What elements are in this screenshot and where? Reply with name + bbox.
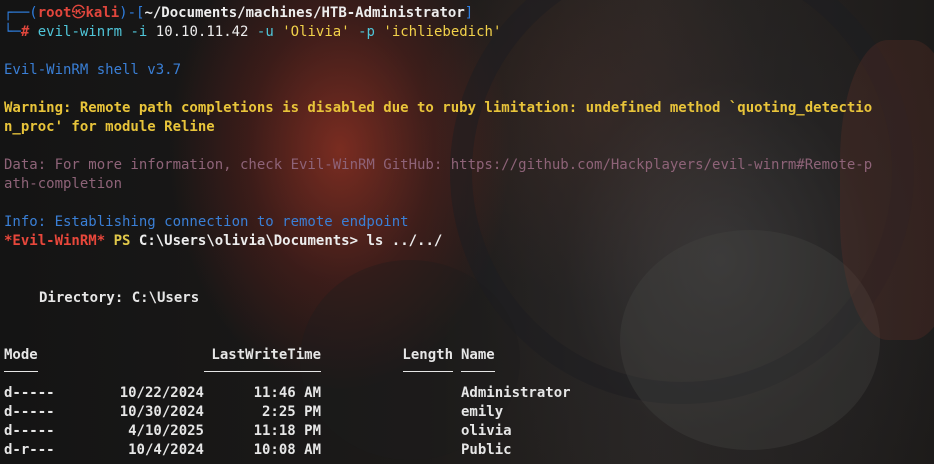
row-length bbox=[401, 441, 453, 460]
table-row: d----- 10/22/2024 11:46 AM Administrator bbox=[4, 384, 571, 403]
row-length bbox=[401, 403, 453, 422]
ps-command: ls ../../ bbox=[366, 233, 443, 249]
prompt-corner: └─ bbox=[4, 24, 21, 40]
header-underline bbox=[461, 370, 495, 372]
row-name: emily bbox=[461, 404, 504, 420]
data-line: ath-completion bbox=[4, 176, 123, 192]
info-line: Info: Establishing connection to remote … bbox=[4, 214, 409, 230]
row-name: Administrator bbox=[461, 385, 571, 401]
table-row: d----- 10/30/2024 2:25 PM emily bbox=[4, 403, 571, 422]
row-mode: d----- bbox=[4, 423, 55, 439]
evil-winrm-prompt: *Evil-WinRM* bbox=[4, 233, 106, 249]
listing-underline-row bbox=[4, 365, 571, 384]
header-name: Name bbox=[461, 347, 495, 363]
prompt-line-top: ┌──(root㉿kali)-[~/Documents/machines/HTB… bbox=[4, 4, 934, 23]
data-line: Data: For more information, check Evil-W… bbox=[4, 157, 873, 173]
row-name: Public bbox=[461, 442, 512, 458]
row-time: 11:46 AM bbox=[253, 385, 321, 401]
row-mode: d-r--- bbox=[4, 442, 55, 458]
header-underline bbox=[204, 370, 321, 372]
row-length bbox=[401, 422, 453, 441]
row-mode: d----- bbox=[4, 385, 55, 401]
shell-version: Evil-WinRM shell v3.7 bbox=[4, 62, 182, 78]
command-arg-ip: 10.10.11.42 bbox=[155, 24, 249, 40]
prompt-corner: ┌──( bbox=[4, 5, 38, 21]
header-underline bbox=[4, 370, 38, 372]
prompt-path: ~/Documents/machines/HTB-Administrator bbox=[144, 5, 465, 21]
row-time: 2:25 PM bbox=[253, 404, 321, 420]
prompt-bracket: ] bbox=[464, 5, 474, 21]
prompt-hash: # bbox=[20, 24, 30, 40]
header-underline bbox=[403, 370, 453, 372]
listing-header-row: Mode LastWriteTime Length Name bbox=[4, 346, 571, 365]
directory-label: Directory: C:\Users bbox=[39, 290, 200, 306]
header-length: Length bbox=[402, 347, 453, 363]
directory-listing: Mode LastWriteTime Length Name d----- 10… bbox=[4, 346, 571, 460]
warning-line: n_proc' for module Reline bbox=[4, 119, 215, 135]
command-flag: -i bbox=[130, 24, 148, 40]
terminal-content: ┌──(root㉿kali)-[~/Documents/machines/HTB… bbox=[4, 4, 934, 460]
command-name: evil-winrm bbox=[37, 24, 123, 40]
prompt-host: kali bbox=[85, 5, 120, 21]
prompt-separator: )-[ bbox=[119, 5, 145, 21]
skull-icon: ㉿ bbox=[71, 5, 86, 21]
command-arg-password: 'ichliebedich' bbox=[383, 24, 502, 40]
ps-path: C:\Users\olivia\Documents> bbox=[138, 233, 359, 249]
table-row: d-r--- 10/4/2024 10:08 AM Public bbox=[4, 441, 571, 460]
ps-prompt-line: *Evil-WinRM* PS C:\Users\olivia\Document… bbox=[4, 232, 934, 251]
warning-line: Warning: Remote path completions is disa… bbox=[4, 100, 873, 116]
ps-label: PS bbox=[113, 233, 131, 249]
row-date: 10/4/2024 bbox=[119, 442, 204, 458]
terminal-window[interactable]: ┌──(root㉿kali)-[~/Documents/machines/HTB… bbox=[0, 0, 934, 464]
row-length bbox=[401, 384, 453, 403]
command-flag: -u bbox=[256, 24, 274, 40]
row-time: 10:08 AM bbox=[253, 442, 321, 458]
header-lastwritetime: LastWriteTime bbox=[211, 347, 321, 363]
table-row: d----- 4/10/2025 11:18 PM olivia bbox=[4, 422, 571, 441]
row-name: olivia bbox=[461, 423, 512, 439]
command-arg-user: 'Olivia' bbox=[282, 24, 350, 40]
prompt-user: root bbox=[37, 5, 72, 21]
row-time: 11:18 PM bbox=[253, 423, 321, 439]
row-date: 10/30/2024 bbox=[119, 404, 204, 420]
header-mode: Mode bbox=[4, 347, 38, 363]
row-date: 10/22/2024 bbox=[119, 385, 204, 401]
row-date: 4/10/2025 bbox=[119, 423, 204, 439]
command-flag: -p bbox=[358, 24, 375, 40]
row-mode: d----- bbox=[4, 404, 55, 420]
command-line: └─# evil-winrm -i 10.10.11.42 -u 'Olivia… bbox=[4, 23, 934, 42]
